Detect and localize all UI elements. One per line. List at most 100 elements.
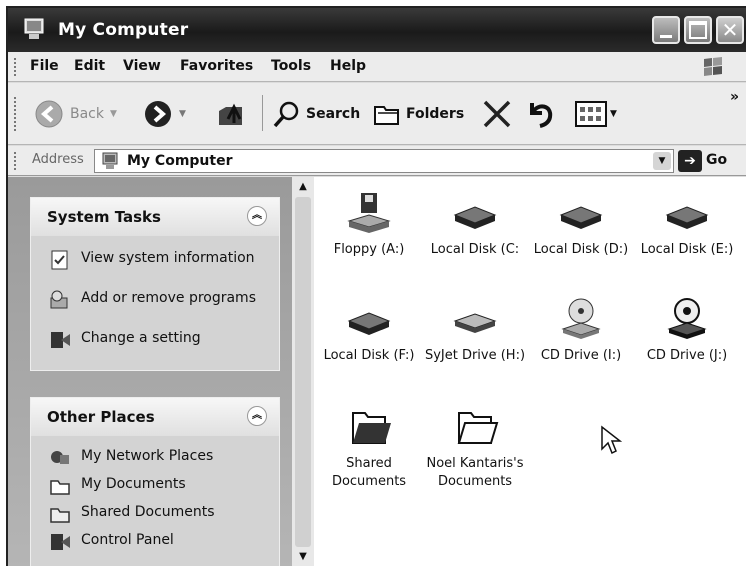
windows-logo-icon bbox=[704, 57, 722, 76]
drive-label: Local Disk (C: bbox=[430, 242, 520, 257]
drive-item[interactable]: Local Disk (D:) bbox=[526, 191, 636, 259]
toolbar-overflow-chevron[interactable]: » bbox=[730, 89, 739, 105]
drive-item[interactable]: Local Disk (C: bbox=[420, 191, 530, 259]
drive-item[interactable]: Floppy (A:) bbox=[314, 191, 424, 259]
menu-favorites[interactable]: Favorites bbox=[180, 58, 253, 74]
hard-disk-icon bbox=[559, 206, 603, 229]
my-documents-icon bbox=[50, 480, 70, 495]
hard-disk-icon bbox=[665, 206, 709, 229]
menu-edit[interactable]: Edit bbox=[74, 58, 105, 74]
collapse-icon[interactable]: ︽ bbox=[247, 406, 267, 426]
explorer-window: My Computer ✕ File Edit View Favorites T… bbox=[6, 6, 746, 566]
address-value: My Computer bbox=[127, 153, 233, 169]
drive-label: SyJet Drive (H:) bbox=[424, 348, 526, 363]
drive-label: Local Disk (F:) bbox=[323, 348, 415, 363]
mouse-pointer-icon bbox=[601, 425, 622, 455]
folder-label: Shared Documents bbox=[331, 456, 407, 489]
task-pane: System Tasks ︽ View system information A… bbox=[8, 177, 292, 566]
task-pane-scrollbar[interactable]: ▲ ▼ bbox=[292, 177, 314, 566]
task-label: Add or remove programs bbox=[81, 290, 256, 306]
address-dropdown-icon[interactable]: ▼ bbox=[653, 152, 671, 170]
drive-item[interactable]: SyJet Drive (H:) bbox=[420, 297, 530, 365]
place-shared-documents[interactable]: Shared Documents bbox=[49, 504, 215, 524]
forward-button[interactable]: ▼ bbox=[143, 97, 186, 131]
views-button[interactable]: ▼ bbox=[574, 97, 617, 131]
scroll-down-icon[interactable]: ▼ bbox=[295, 549, 311, 565]
address-input[interactable]: My Computer ▼ bbox=[94, 149, 674, 173]
menu-grip[interactable] bbox=[14, 58, 17, 76]
control-panel-icon bbox=[51, 332, 70, 348]
menu-tools[interactable]: Tools bbox=[271, 58, 311, 74]
go-arrow-icon[interactable]: ➔ bbox=[678, 150, 702, 172]
network-places-icon bbox=[51, 451, 69, 464]
my-computer-small-icon bbox=[102, 152, 118, 169]
undo-button[interactable] bbox=[524, 97, 558, 131]
place-my-network-places[interactable]: My Network Places bbox=[49, 448, 213, 468]
back-button[interactable]: Back ▼ bbox=[34, 97, 117, 131]
standard-toolbar: Back ▼ ▼ Search Folders ▼ » bbox=[8, 83, 746, 145]
search-button[interactable]: Search bbox=[272, 97, 360, 131]
folder-icon bbox=[352, 412, 391, 444]
back-arrow-icon bbox=[35, 100, 63, 128]
drive-label: CD Drive (J:) bbox=[646, 348, 728, 363]
drive-item[interactable]: CD Drive (I:) bbox=[526, 297, 636, 365]
task-add-remove-programs[interactable]: Add or remove programs bbox=[49, 290, 256, 310]
delete-x-icon bbox=[483, 100, 511, 128]
folder-item[interactable]: Shared Documents bbox=[314, 405, 424, 491]
go-button[interactable]: Go bbox=[706, 152, 727, 168]
address-grip[interactable] bbox=[14, 152, 17, 170]
window-title: My Computer bbox=[58, 20, 189, 40]
cd-drive-icon bbox=[561, 298, 601, 339]
maximize-icon bbox=[686, 18, 710, 42]
search-icon bbox=[273, 101, 299, 128]
folders-label: Folders bbox=[406, 106, 465, 122]
other-places-panel: Other Places ︽ My Network Places My Docu… bbox=[30, 397, 280, 566]
drive-item[interactable]: Local Disk (E:) bbox=[632, 191, 742, 259]
search-label: Search bbox=[306, 106, 361, 122]
other-places-header[interactable]: Other Places ︽ bbox=[31, 398, 279, 436]
hard-disk-icon bbox=[347, 312, 391, 335]
place-control-panel[interactable]: Control Panel bbox=[49, 532, 174, 552]
forward-dropdown-icon[interactable]: ▼ bbox=[179, 109, 186, 119]
views-icon bbox=[575, 101, 607, 127]
place-my-documents[interactable]: My Documents bbox=[49, 476, 186, 496]
task-label: Change a setting bbox=[81, 330, 201, 346]
delete-button[interactable] bbox=[480, 97, 514, 131]
task-change-setting[interactable]: Change a setting bbox=[49, 330, 201, 350]
task-view-system-information[interactable]: View system information bbox=[49, 250, 255, 270]
close-icon: ✕ bbox=[721, 18, 739, 42]
up-button[interactable] bbox=[216, 97, 246, 131]
scroll-up-icon[interactable]: ▲ bbox=[295, 179, 311, 195]
maximize-button[interactable] bbox=[684, 16, 712, 44]
shared-documents-icon bbox=[50, 508, 70, 523]
minimize-icon bbox=[654, 18, 678, 42]
drive-item[interactable]: CD Drive (J:) bbox=[632, 297, 742, 365]
menu-file[interactable]: File bbox=[30, 58, 59, 74]
title-bar[interactable]: My Computer ✕ bbox=[8, 8, 746, 52]
system-info-icon bbox=[51, 250, 68, 270]
forward-arrow-icon bbox=[145, 101, 171, 127]
menu-help[interactable]: Help bbox=[330, 58, 366, 74]
drive-label: Floppy (A:) bbox=[333, 242, 405, 257]
minimize-button[interactable] bbox=[652, 16, 680, 44]
scroll-thumb[interactable] bbox=[295, 197, 311, 547]
task-label: View system information bbox=[81, 250, 255, 266]
place-label: Shared Documents bbox=[81, 504, 215, 520]
folders-icon bbox=[374, 106, 399, 125]
up-folder-icon bbox=[219, 103, 242, 125]
back-dropdown-icon[interactable]: ▼ bbox=[110, 109, 117, 119]
folders-button[interactable]: Folders bbox=[372, 97, 464, 131]
menu-view[interactable]: View bbox=[123, 58, 161, 74]
toolbar-grip[interactable] bbox=[14, 97, 17, 131]
back-label: Back bbox=[70, 106, 104, 122]
drive-item[interactable]: Local Disk (F:) bbox=[314, 297, 424, 365]
close-button[interactable]: ✕ bbox=[716, 16, 744, 44]
folder-icon bbox=[457, 412, 499, 444]
views-dropdown-icon[interactable]: ▼ bbox=[610, 109, 617, 119]
folder-item[interactable]: Noel Kantaris's Documents bbox=[420, 405, 530, 491]
drive-label: Local Disk (D:) bbox=[533, 242, 629, 257]
system-tasks-header[interactable]: System Tasks ︽ bbox=[31, 198, 279, 236]
collapse-icon[interactable]: ︽ bbox=[247, 206, 267, 226]
place-label: My Documents bbox=[81, 476, 186, 492]
system-tasks-title: System Tasks bbox=[47, 208, 161, 226]
